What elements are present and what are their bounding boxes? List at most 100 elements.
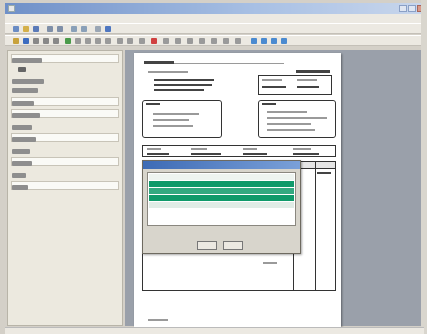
tool-icon-18[interactable] [271, 38, 277, 44]
ship-to-box[interactable] [258, 100, 336, 138]
toolbar-formatting [5, 35, 424, 46]
doc-number-label [297, 79, 317, 81]
tool-icon-19[interactable] [281, 38, 287, 44]
list-item-selected[interactable] [149, 195, 294, 201]
sidebar-item[interactable] [12, 79, 44, 84]
tool-icon-15[interactable] [235, 38, 241, 44]
sidebar-item[interactable] [12, 149, 30, 154]
list-item-selected[interactable] [149, 188, 294, 194]
list-item-selected[interactable] [149, 181, 294, 187]
tool-icon-9[interactable] [163, 38, 169, 44]
tool-icon-17[interactable] [261, 38, 267, 44]
terms-label [191, 148, 207, 150]
tool-icon-2[interactable] [85, 38, 91, 44]
ship-to-line [267, 123, 311, 125]
undo-icon[interactable] [71, 26, 77, 32]
bill-to-label [146, 103, 160, 105]
bill-to-line [153, 119, 189, 121]
doc-date-label [262, 79, 282, 81]
application-window [0, 0, 427, 334]
dialog-list[interactable] [147, 172, 296, 226]
doc-type-label [296, 70, 330, 73]
doc-date-value [262, 86, 286, 88]
doc-info-box[interactable] [258, 75, 332, 95]
line-item-amount [317, 172, 331, 174]
copy-icon[interactable] [43, 38, 49, 44]
dialog-title-bar [143, 161, 300, 169]
print-icon[interactable] [47, 26, 53, 32]
folder-icon[interactable] [13, 38, 19, 44]
doc-number-value [297, 86, 319, 88]
bill-to-line [153, 125, 193, 127]
sidebar-field-text [12, 185, 28, 190]
company-name [154, 79, 214, 81]
tool-icon-6[interactable] [127, 38, 133, 44]
terms-value [293, 153, 319, 155]
line-item-note [263, 262, 277, 264]
cut-icon[interactable] [33, 38, 39, 44]
bill-to-line [153, 113, 199, 115]
window-right-edge [421, 0, 427, 334]
company-city-line [154, 89, 204, 91]
footer-text [148, 319, 168, 321]
column-divider [315, 162, 316, 290]
maximize-icon[interactable] [408, 5, 416, 12]
selection-dialog [142, 160, 301, 254]
tool-icon-3[interactable] [95, 38, 101, 44]
tool-icon-16[interactable] [251, 38, 257, 44]
app-icon [8, 5, 15, 12]
form-header-label [144, 61, 174, 64]
sidebar-plus-icon[interactable] [18, 67, 26, 72]
sidebar-item[interactable] [12, 173, 26, 178]
title-bar [5, 3, 425, 14]
ok-button[interactable] [197, 241, 217, 250]
ship-to-line [267, 117, 327, 119]
print-preview-icon[interactable] [57, 26, 63, 32]
terms-value [191, 153, 221, 155]
sidebar-header-text [12, 58, 42, 63]
form-header-rule [174, 63, 284, 64]
status-bar [5, 327, 424, 334]
save-icon[interactable] [33, 26, 39, 32]
terms-label [147, 148, 161, 150]
find-icon[interactable] [95, 26, 101, 32]
list-item[interactable] [149, 174, 294, 180]
terms-value [147, 153, 169, 155]
cancel-button[interactable] [223, 241, 243, 250]
add-icon[interactable] [65, 38, 71, 44]
tool-icon-10[interactable] [175, 38, 181, 44]
tool-icon-12[interactable] [199, 38, 205, 44]
bill-to-box[interactable] [142, 100, 222, 138]
tool-icon-8[interactable] [151, 38, 157, 44]
tool-icon-7[interactable] [139, 38, 145, 44]
paste-icon[interactable] [53, 38, 59, 44]
sidebar-field-text [12, 101, 34, 106]
ship-to-label [262, 103, 276, 105]
terms-label [293, 148, 311, 150]
terms-row[interactable] [142, 145, 336, 157]
sidebar-panel [7, 50, 123, 326]
help-icon[interactable] [105, 26, 111, 32]
company-address-line [154, 84, 212, 86]
redo-icon[interactable] [81, 26, 87, 32]
list-item[interactable] [149, 202, 294, 208]
new-icon[interactable] [13, 26, 19, 32]
open-icon[interactable] [23, 26, 29, 32]
tool-icon-11[interactable] [187, 38, 193, 44]
sidebar-field-text [12, 113, 40, 118]
sidebar-field-text [12, 161, 32, 166]
list-icon[interactable] [23, 38, 29, 44]
sidebar-item[interactable] [12, 125, 32, 130]
sidebar-item[interactable] [12, 88, 38, 93]
tool-icon-13[interactable] [211, 38, 217, 44]
terms-value [243, 153, 267, 155]
tool-icon-5[interactable] [117, 38, 123, 44]
tool-icon-4[interactable] [105, 38, 111, 44]
ship-to-line [267, 111, 307, 113]
company-label [148, 71, 188, 73]
toolbar-standard [5, 23, 424, 34]
minimize-icon[interactable] [399, 5, 407, 12]
tool-icon-1[interactable] [75, 38, 81, 44]
menu-bar [5, 14, 424, 23]
tool-icon-14[interactable] [223, 38, 229, 44]
